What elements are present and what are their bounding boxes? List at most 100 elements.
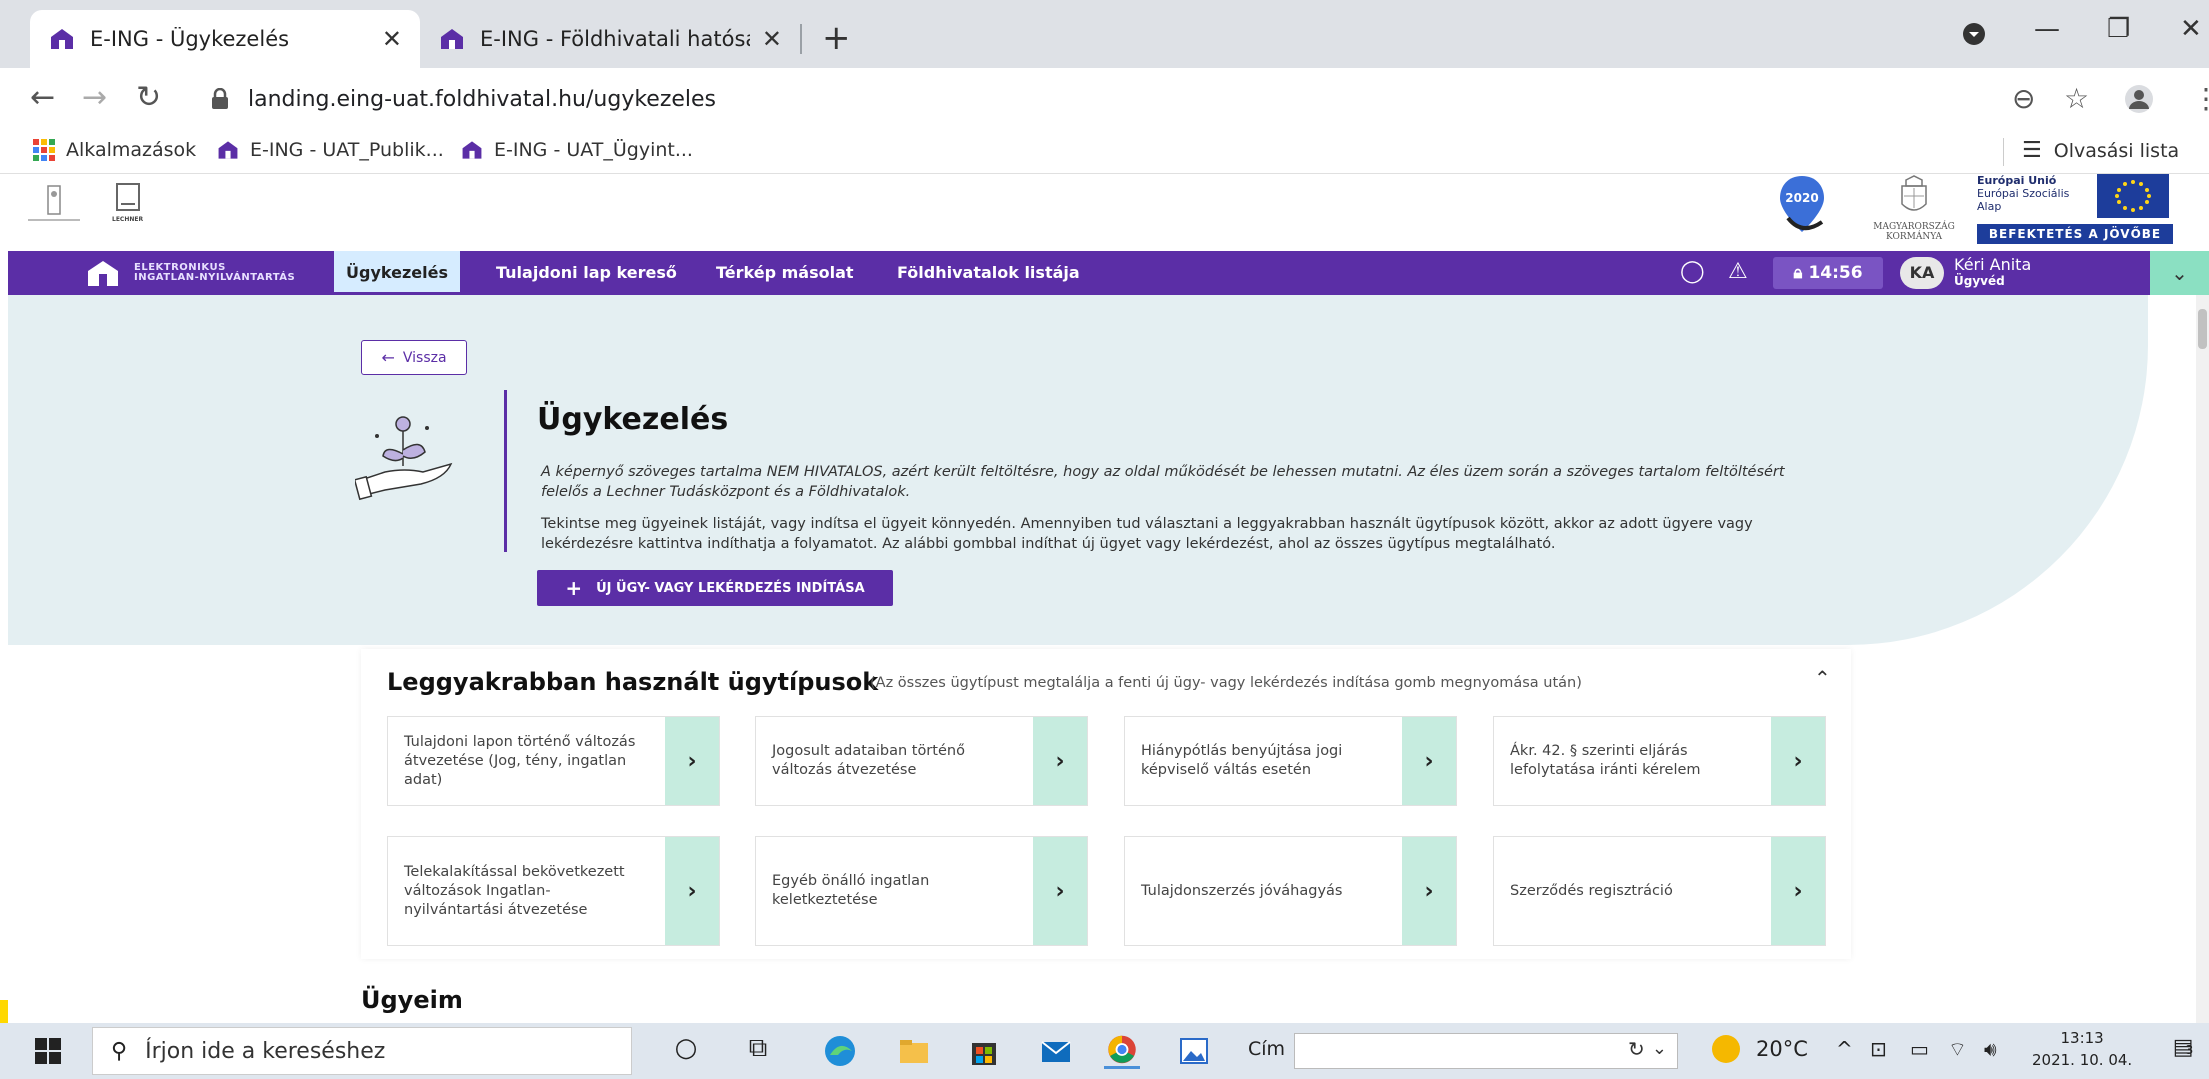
service-card[interactable]: Ákr. 42. § szerinti eljárás lefolytatása… <box>1493 716 1826 806</box>
chevron-up-icon[interactable]: ⌃ <box>1814 666 1831 690</box>
system-clock[interactable]: 13:13 2021. 10. 04. <box>2032 1027 2132 1071</box>
tab-separator <box>800 24 802 54</box>
bookmarks-bar: Alkalmazások E-ING - UAT_Publik... E-ING… <box>0 130 2209 174</box>
reading-list-icon: ☰ <box>2022 138 2042 163</box>
bookmark-star-icon[interactable]: ☆ <box>2064 82 2089 115</box>
service-card[interactable]: Szerződés regisztráció › <box>1493 836 1826 946</box>
sun-icon <box>1712 1035 1740 1063</box>
user-menu-chevron-down-icon[interactable]: ⌄ <box>2150 251 2209 295</box>
zoom-icon[interactable]: ⊖ <box>2012 82 2035 115</box>
page-title: Ügykezelés <box>537 402 729 437</box>
profile-avatar-icon[interactable] <box>2124 84 2154 114</box>
service-card[interactable]: Egyéb önálló ingatlan keletkeztetése › <box>755 836 1088 946</box>
lechner-logo-icon <box>115 183 140 211</box>
padlock-icon: 🔒︎ <box>1793 263 1803 283</box>
address-toolbar-label: Cím <box>1248 1038 1286 1060</box>
hand-plant-illustration-icon <box>355 416 453 501</box>
file-explorer-icon[interactable] <box>896 1033 932 1069</box>
eu-funding-logo: Európai Unió Európai Szociális Alap BEFE… <box>1977 174 2173 244</box>
ministry-logo-icon <box>28 185 80 221</box>
eing-home-logo[interactable]: ELEKTRONIKUS INGATLAN-NYILVÁNTARTÁS <box>86 259 295 287</box>
warning-icon[interactable]: ⚠ <box>1728 259 1748 284</box>
browser-tab-bar: E-ING - Ügykezelés ✕ E-ING - Földhivatal… <box>0 0 2209 68</box>
chevron-down-icon[interactable]: ⌄ <box>1652 1038 1667 1059</box>
forward-arrow-icon[interactable]: → <box>82 80 107 115</box>
nav-item-terkep-masolat[interactable]: Térkép másolat <box>716 251 854 295</box>
notification-count: 3 <box>2185 1043 2194 1057</box>
taskbar-search-input[interactable]: ⚲ Írjon ide a kereséshez <box>92 1027 632 1075</box>
chrome-icon[interactable] <box>1104 1033 1140 1069</box>
close-tab-icon[interactable]: ✕ <box>382 25 402 53</box>
tray-chevron-up-icon[interactable]: ^ <box>1836 1037 1853 1061</box>
wifi-icon[interactable]: ⌔ <box>1948 1037 1967 1062</box>
intro-text: Tekintse meg ügyeinek listáját, vagy ind… <box>541 516 1753 552</box>
user-avatar[interactable]: KA <box>1900 257 1944 289</box>
chevron-right-icon: › <box>665 837 719 945</box>
browser-toolbar: ← → ↻ landing.eing-uat.foldhivatal.hu/ug… <box>0 68 2209 130</box>
kebab-menu-icon[interactable]: ⋮ <box>2192 82 2209 115</box>
notification-center-icon[interactable]: ▤3 <box>2166 1035 2200 1067</box>
new-tab-icon[interactable]: + <box>822 18 851 58</box>
panel-title: Leggyakrabban használt ügytípusok <box>387 668 879 696</box>
page-scrollbar[interactable] <box>2196 295 2209 1023</box>
restore-icon[interactable]: ❐ <box>2107 14 2130 44</box>
main-nav: ELEKTRONIKUS INGATLAN-NYILVÁNTARTÁS Ügyk… <box>8 251 2209 295</box>
weather-widget[interactable]: 20°C <box>1712 1035 1808 1063</box>
windows-start-icon[interactable] <box>34 1037 62 1065</box>
user-info[interactable]: Kéri Anita Ügyvéd <box>1954 255 2031 288</box>
photos-app-icon[interactable] <box>1176 1033 1212 1069</box>
service-card[interactable]: Tulajdonszerzés jóváhagyás › <box>1124 836 1457 946</box>
close-tab-icon[interactable]: ✕ <box>762 25 782 53</box>
panel-note: (Az összes ügytípust megtalálja a fenti … <box>870 675 1582 691</box>
window-close-icon[interactable]: ✕ <box>2180 14 2202 44</box>
session-timer[interactable]: 🔒︎ 14:56 <box>1773 257 1883 289</box>
site-header: LECHNER 2020 MAGYARORSZÁG KORMÁNYA Európ… <box>0 174 2209 251</box>
eing-favicon-icon <box>51 29 73 49</box>
bookmark-separator <box>2003 138 2004 166</box>
chat-bubble-icon[interactable]: ◯ <box>1680 259 1705 284</box>
tray-app-icon[interactable]: ⊡ <box>1870 1037 1887 1061</box>
hungarian-coat-of-arms-icon <box>1901 175 1927 211</box>
browser-tab-ugykezeles[interactable]: E-ING - Ügykezelés ✕ <box>30 10 420 68</box>
bookmark-apps[interactable]: Alkalmazások <box>32 138 196 162</box>
service-card[interactable]: Jogosult adataiban történő változás átve… <box>755 716 1088 806</box>
government-logo: MAGYARORSZÁG KORMÁNYA <box>1862 174 1966 250</box>
nav-item-tulajdoni-lap-kereso[interactable]: Tulajdoni lap kereső <box>496 251 677 295</box>
mail-icon[interactable] <box>1038 1033 1074 1069</box>
eu-flag-icon <box>2097 174 2169 218</box>
nav-item-foldhivatalok-listaja[interactable]: Földhivatalok listája <box>897 251 1080 295</box>
nav-item-ugykezeles[interactable]: Ügykezelés <box>334 251 460 295</box>
store-icon[interactable] <box>966 1033 1002 1069</box>
eing-favicon-icon <box>218 141 238 159</box>
cortana-icon[interactable]: ○ <box>668 1033 704 1069</box>
bookmark-uat-ugyint[interactable]: E-ING - UAT_Ügyint... <box>460 138 693 162</box>
battery-icon[interactable]: ▭ <box>1910 1037 1929 1061</box>
chevron-right-icon: › <box>1771 717 1825 805</box>
address-refresh-icon[interactable]: ↻ <box>1628 1037 1645 1061</box>
task-view-icon[interactable]: ⧉ <box>740 1033 776 1069</box>
edge-browser-icon[interactable] <box>822 1033 858 1069</box>
reading-list[interactable]: ☰ Olvasási lista <box>2022 138 2179 163</box>
szechenyi-2020-pin-icon: 2020 <box>1780 176 1824 232</box>
back-arrow-icon[interactable]: ← <box>30 80 55 115</box>
service-card[interactable]: Hiánypótlás benyújtása jogi képviselő vá… <box>1124 716 1457 806</box>
address-bar[interactable]: landing.eing-uat.foldhivatal.hu/ugykezel… <box>196 77 2076 121</box>
browser-tab-foldhivatali[interactable]: E-ING - Földhivatali hatósági ren ✕ <box>420 10 800 68</box>
house-icon <box>88 261 118 286</box>
lechner-logo: LECHNER <box>112 182 143 223</box>
disclaimer-text: A képernyő szöveges tartalma NEM HIVATAL… <box>541 464 1785 500</box>
service-card[interactable]: Telekalakítással bekövetkezett változáso… <box>387 836 720 946</box>
lock-icon <box>212 88 228 109</box>
hero-divider <box>504 390 507 552</box>
service-card[interactable]: Tulajdoni lapon történő változás átvezet… <box>387 716 720 806</box>
profile-menu-icon[interactable] <box>1962 22 1986 46</box>
volume-icon[interactable]: 🔊︎ <box>1984 1037 1997 1061</box>
back-button[interactable]: ← Vissza <box>361 340 467 375</box>
eing-favicon-icon <box>441 29 463 49</box>
address-toolbar-input[interactable]: ⌄ <box>1294 1033 1678 1069</box>
minimize-icon[interactable]: — <box>2034 14 2060 44</box>
svg-text:2020: 2020 <box>1785 191 1818 205</box>
bookmark-uat-publik[interactable]: E-ING - UAT_Publik... <box>216 138 444 162</box>
reload-icon[interactable]: ↻ <box>136 80 161 115</box>
new-case-button[interactable]: + ÚJ ÜGY- VAGY LEKÉRDEZÉS INDÍTÁSA <box>537 570 893 606</box>
